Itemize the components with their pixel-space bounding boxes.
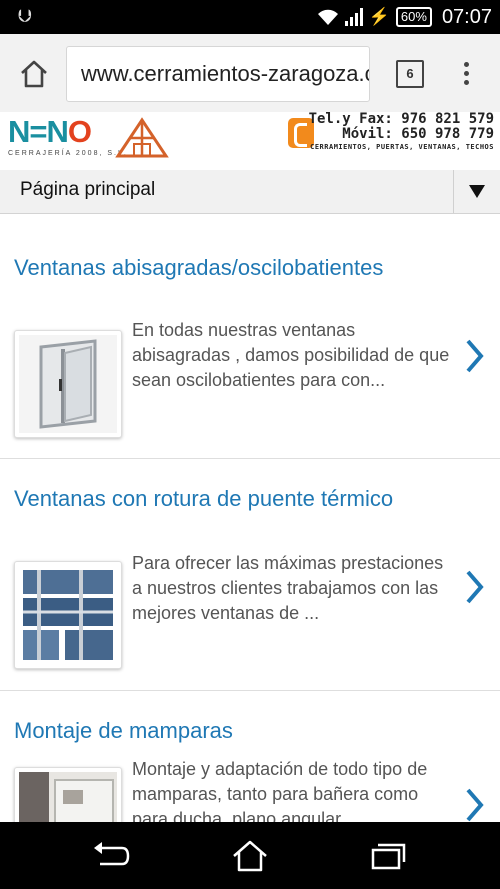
recent-apps-icon[interactable] <box>368 840 408 872</box>
article-excerpt: Montaje y adaptación de todo tipo de mam… <box>132 759 428 822</box>
shower-screen-image-icon <box>19 772 117 822</box>
list-item[interactable]: Ventanas abisagradas/oscilobatientes En … <box>0 214 500 459</box>
signal-icon <box>344 8 363 26</box>
article-thumbnail[interactable] <box>14 561 122 669</box>
chevron-right-icon[interactable] <box>462 569 486 605</box>
article-title[interactable]: Ventanas abisagradas/oscilobatientes <box>14 254 434 282</box>
list-item[interactable]: Montaje de mamparas Montaje y adaptación… <box>0 691 500 822</box>
article-excerpt: En todas nuestras ventanas abisagradas ,… <box>132 320 450 390</box>
mobile-number: Móvil: 650 978 779 <box>342 126 494 142</box>
article-excerpt: Para ofrecer las máximas prestaciones a … <box>132 553 444 623</box>
back-icon[interactable] <box>90 840 130 872</box>
tab-switcher-button[interactable]: 6 <box>396 60 424 88</box>
system-nav-bar <box>0 822 500 889</box>
article-thumbnail[interactable] <box>14 330 122 438</box>
status-icons: ⚡ 60% 07:07 <box>317 4 492 30</box>
charging-icon: ⚡ <box>368 7 390 26</box>
chevron-right-icon[interactable] <box>462 787 486 822</box>
contact-info: Tel.y Fax: 976 821 579 Móvil: 650 978 77… <box>309 112 494 152</box>
services-tagline: CERRAMIENTOS, PUERTAS, VENTANAS, TECHOS <box>310 143 494 151</box>
nav-dropdown-toggle[interactable] <box>453 170 500 213</box>
window-frame-logo-icon <box>115 117 169 158</box>
battery-indicator: 60% <box>395 7 432 27</box>
logo-subtitle: CERRAJERÍA 2008, S.L. <box>8 150 128 157</box>
article-title[interactable]: Montaje de mamparas <box>14 717 434 745</box>
window-image-icon <box>19 335 117 433</box>
article-title[interactable]: Ventanas con rotura de puente térmico <box>14 485 434 513</box>
site-logo[interactable]: N=NO <box>8 114 92 150</box>
chevron-right-icon[interactable] <box>462 338 486 374</box>
article-thumbnail[interactable] <box>14 767 122 822</box>
list-item[interactable]: Ventanas con rotura de puente térmico Pa… <box>0 459 500 691</box>
status-bar: ⮋ ⚡ 60% 07:07 <box>0 0 500 34</box>
home-icon[interactable] <box>18 58 50 90</box>
usb-icon: ⮋ <box>18 6 32 26</box>
page-nav[interactable]: Página principal <box>0 170 500 214</box>
url-text: www.cerramientos-zaragoza.com <box>81 61 369 86</box>
browser-toolbar: www.cerramientos-zaragoza.com 6 <box>0 34 500 113</box>
thermal-profile-image-icon <box>19 566 117 664</box>
home-icon[interactable] <box>230 840 270 872</box>
site-banner[interactable]: N=NO CERRAJERÍA 2008, S.L. Tel.y Fax: 97… <box>0 112 500 171</box>
overflow-menu-icon[interactable] <box>464 62 470 85</box>
nav-current-page[interactable]: Página principal <box>20 179 155 201</box>
clock: 07:07 <box>441 5 492 28</box>
phone-fax: Tel.y Fax: 976 821 579 <box>308 111 494 127</box>
url-bar[interactable]: www.cerramientos-zaragoza.com <box>66 46 370 102</box>
wifi-icon <box>317 9 338 25</box>
